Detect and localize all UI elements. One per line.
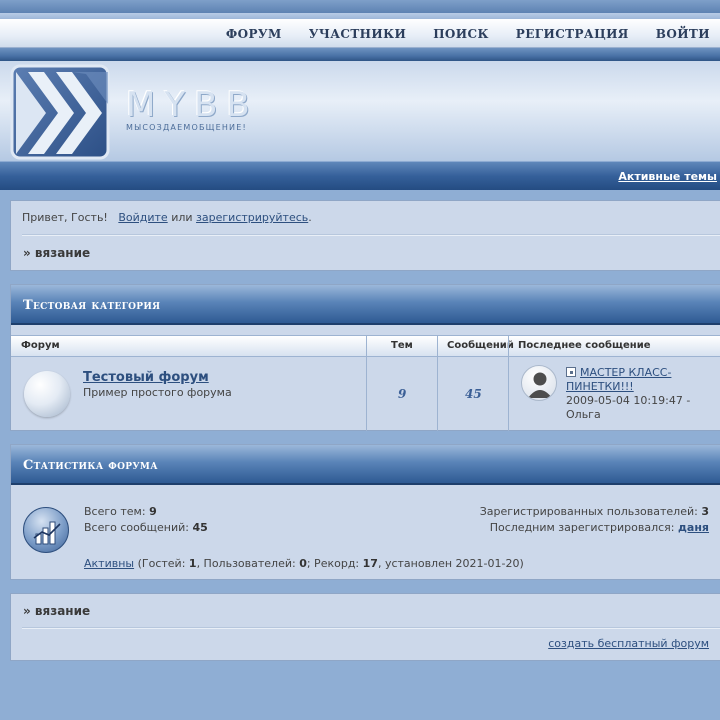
sub-navbar: Активные темы — [0, 161, 720, 190]
or-text: или — [171, 211, 193, 224]
breadcrumb[interactable]: » вязание — [23, 246, 90, 260]
period-text: . — [308, 211, 312, 224]
footer-breadcrumb[interactable]: » вязание — [23, 604, 90, 618]
site-header: MYBB МЫСОЗДАЕМОБЩЕНИЕ! — [0, 61, 720, 161]
total-topics: Всего тем: 9 — [84, 505, 157, 518]
register-link[interactable]: зарегистрируйтесь — [196, 211, 308, 224]
guest-greeting: Привет, Гость! Войдите или зарегистрируй… — [22, 211, 312, 224]
thread-icon — [566, 367, 576, 377]
user-avatar[interactable] — [521, 365, 557, 401]
nav-forum[interactable]: ФОРУМ — [226, 27, 282, 41]
guests-label: (Гостей: — [137, 557, 186, 570]
record-label: ; Рекорд: — [306, 557, 360, 570]
nav-separator — [0, 48, 720, 61]
active-topics-link[interactable]: Активные темы — [618, 170, 717, 183]
forum-description: Пример простого форума — [83, 386, 232, 399]
col-last-post: Последнее сообщение — [518, 340, 651, 351]
active-users-link[interactable]: Активны — [84, 557, 134, 570]
forum-topics-count: 9 — [398, 387, 407, 401]
stats-panel: Статистика форума Всего тем: 9 Всего соо… — [10, 444, 720, 580]
create-forum-link[interactable]: создать бесплатный форум — [548, 637, 709, 650]
record-date: , установлен 2021-01-20) — [377, 557, 524, 570]
users-label: , Пользователей: — [196, 557, 296, 570]
logo-text: MYBB — [126, 85, 259, 125]
total-posts-value: 45 — [192, 521, 208, 534]
col-topics: Тем — [391, 340, 413, 351]
stats-title: Статистика форума — [23, 458, 158, 473]
top-strip — [0, 0, 720, 13]
guests-value: 1 — [188, 557, 197, 570]
last-registered: Последним зарегистрировался: даня — [490, 521, 709, 534]
forum-name-link[interactable]: Тестовый форум — [83, 370, 209, 385]
last-post-datetime: 2009-05-04 10:19:47 - — [566, 394, 691, 407]
registered-users-value: 3 — [701, 505, 709, 518]
total-posts-label: Всего сообщений: — [84, 521, 189, 534]
category-panel: Тестовая категория Форум Тем Сообщений П… — [10, 284, 720, 431]
total-topics-label: Всего тем: — [84, 505, 146, 518]
nav-register[interactable]: РЕГИСТРАЦИЯ — [516, 27, 629, 41]
forum-status-icon — [24, 371, 70, 417]
person-icon — [528, 372, 552, 398]
divider — [22, 234, 720, 236]
footer-panel: » вязание создать бесплатный форум — [10, 593, 720, 661]
stats-header: Статистика форума — [11, 445, 720, 485]
nav-login[interactable]: ВОЙТИ — [656, 27, 710, 41]
registered-users-label: Зарегистрированных пользователей: — [479, 505, 698, 518]
last-registered-label: Последним зарегистрировался: — [489, 521, 675, 534]
main-nav: ФОРУМ УЧАСТНИКИ ПОИСК РЕГИСТРАЦИЯ ВОЙТИ — [0, 19, 720, 48]
nav-members[interactable]: УЧАСТНИКИ — [309, 27, 406, 41]
logo-slogan: МЫСОЗДАЕМОБЩЕНИЕ! — [126, 123, 247, 132]
users-value: 0 — [299, 557, 307, 570]
registered-users: Зарегистрированных пользователей: 3 — [480, 505, 709, 518]
forum-posts-count: 45 — [465, 387, 482, 401]
total-topics-value: 9 — [149, 505, 157, 518]
total-posts: Всего сообщений: 45 — [84, 521, 208, 534]
category-title[interactable]: Тестовая категория — [23, 298, 160, 313]
active-users-line: Активны (Гостей: 1, Пользователей: 0; Ре… — [84, 557, 524, 570]
last-post-author: Ольга — [566, 408, 601, 421]
login-link[interactable]: Войдите — [118, 211, 167, 224]
greeting-text: Привет, Гость! — [22, 211, 108, 224]
mybb-logo-icon[interactable] — [10, 64, 112, 162]
last-registered-user-link[interactable]: даня — [678, 521, 709, 534]
welcome-panel: Привет, Гость! Войдите или зарегистрируй… — [10, 200, 720, 271]
last-post-title-link[interactable]: МАСТЕР КЛАСС-ПИНЕТКИ!!! — [566, 366, 671, 393]
record-value: 17 — [362, 557, 378, 570]
last-post-info: МАСТЕР КЛАСС-ПИНЕТКИ!!! 2009-05-04 10:19… — [566, 366, 716, 422]
category-header: Тестовая категория — [11, 285, 720, 325]
stats-chart-icon — [23, 507, 69, 553]
forum-row: Тестовый форум Пример простого форума 9 … — [11, 357, 720, 431]
nav-search[interactable]: ПОИСК — [433, 27, 489, 41]
divider — [22, 627, 720, 629]
col-forum: Форум — [21, 340, 60, 351]
col-posts: Сообщений — [447, 340, 514, 351]
